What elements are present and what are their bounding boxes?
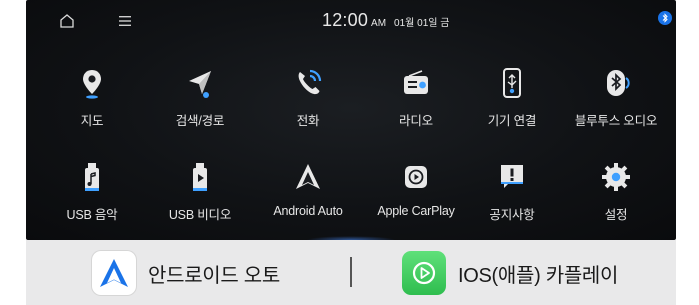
app-label: 지도: [80, 114, 104, 128]
app-label: Apple CarPlay: [377, 204, 455, 218]
connection-banner: 안드로이드 오토 IOS(애플) 카플레이: [26, 240, 676, 305]
app-label: 라디오: [399, 114, 433, 128]
app-notice[interactable]: 공지사항: [458, 160, 566, 236]
head-unit-screen: 12:00 AM 01월 01일 금 지도 검색/경로 전화 라디오 기기 연결…: [26, 0, 676, 240]
app-device-connect[interactable]: 기기 연결: [458, 66, 566, 142]
app-label: Android Auto: [273, 204, 343, 218]
android-auto-label: 안드로이드 오토: [148, 264, 280, 287]
home-icon[interactable]: [58, 12, 76, 30]
app-label: 블루투스 오디오: [574, 114, 658, 128]
clock-ampm: AM: [371, 18, 387, 29]
clock-time: 12:00: [322, 10, 369, 30]
bluetooth-audio-icon: [599, 66, 633, 100]
app-apple-carplay[interactable]: Apple CarPlay: [362, 160, 470, 236]
android-auto-logo-icon: [92, 251, 136, 295]
android-auto-option[interactable]: 안드로이드 오토: [92, 251, 280, 295]
carplay-label: IOS(애플) 카플레이: [458, 264, 619, 287]
gear-icon: [599, 160, 633, 194]
app-android-auto[interactable]: Android Auto: [254, 160, 362, 236]
phone-icon: [291, 66, 325, 100]
notice-icon: [495, 160, 529, 194]
app-label: 설정: [604, 208, 628, 222]
carplay-logo-icon: [402, 251, 446, 295]
app-bluetooth-audio[interactable]: 블루투스 오디오: [562, 66, 670, 142]
app-phone[interactable]: 전화: [254, 66, 362, 142]
map-pin-icon: [75, 66, 109, 100]
app-radio[interactable]: 라디오: [362, 66, 470, 142]
app-label: 전화: [296, 114, 320, 128]
status-bar: 12:00 AM 01월 01일 금: [26, 0, 676, 40]
navigation-arrow-icon: [183, 66, 217, 100]
app-label: USB 비디오: [168, 208, 232, 222]
carplay-icon: [399, 160, 433, 194]
bluetooth-icon: [658, 11, 672, 25]
app-usb-video[interactable]: USB 비디오: [146, 160, 254, 236]
app-label: USB 음악: [66, 208, 118, 222]
clock-date: 01월 01일 금: [394, 18, 450, 29]
menu-icon[interactable]: [118, 14, 132, 28]
android-auto-icon: [291, 160, 325, 194]
banner-divider: [350, 257, 352, 287]
app-label: 기기 연결: [487, 114, 537, 128]
app-search-route[interactable]: 검색/경로: [146, 66, 254, 142]
usb-video-icon: [183, 160, 217, 194]
app-usb-music[interactable]: USB 음악: [38, 160, 146, 236]
app-map[interactable]: 지도: [38, 66, 146, 142]
clock: 12:00 AM 01월 01일 금: [322, 10, 449, 31]
app-label: 검색/경로: [175, 114, 225, 128]
usb-music-icon: [75, 160, 109, 194]
radio-icon: [399, 66, 433, 100]
app-settings[interactable]: 설정: [562, 160, 670, 236]
usb-phone-icon: [495, 66, 529, 100]
app-label: 공지사항: [489, 208, 535, 222]
carplay-option[interactable]: IOS(애플) 카플레이: [402, 251, 618, 295]
